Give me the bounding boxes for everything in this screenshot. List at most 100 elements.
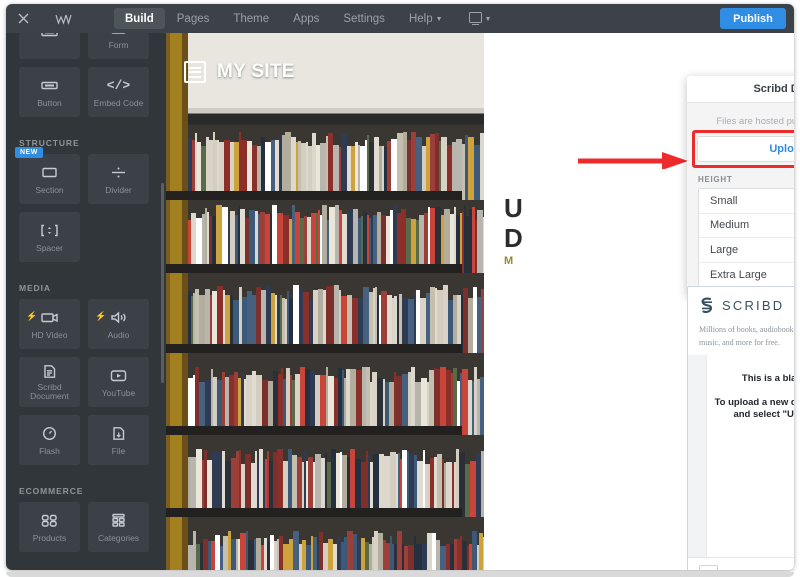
- products-icon: [40, 512, 59, 529]
- sidebar-tile-categories[interactable]: Categories: [88, 502, 149, 552]
- site-header: MY SITE: [184, 61, 295, 83]
- top-navigation-bar: Build Pages Theme Apps Settings Help ▼ ▼ …: [6, 4, 794, 33]
- sidebar-tile-label: Categories: [97, 532, 140, 543]
- height-option-extra-large[interactable]: Extra Large: [699, 263, 794, 288]
- audio-icon: [109, 309, 128, 326]
- divider-icon: [109, 164, 128, 181]
- hd-video-icon: [40, 309, 59, 326]
- sidebar-tile-label: Button: [37, 97, 62, 108]
- document-line-1: This is a blank document.: [741, 373, 794, 384]
- flash-icon: [40, 425, 59, 442]
- sidebar-group-label: MORE: [6, 560, 166, 570]
- document-icon: [40, 363, 59, 380]
- nav-item-theme[interactable]: Theme: [221, 4, 281, 33]
- chevron-down-icon: ▼: [435, 16, 443, 23]
- main-nav: Build Pages Theme Apps Settings Help ▼ ▼: [114, 4, 501, 33]
- height-option-large[interactable]: Large ✓: [699, 238, 794, 263]
- nav-item-apps[interactable]: Apps: [281, 4, 331, 33]
- height-option-list: Small Medium Large ✓ Extra Large: [698, 188, 794, 288]
- nav-label: Apps: [293, 12, 320, 25]
- sidebar-row: ⚡ HD Video ⚡ Audio: [6, 299, 166, 357]
- categories-icon: [109, 512, 128, 529]
- hamburger-menu-icon[interactable]: [184, 61, 206, 83]
- sidebar-tile-section[interactable]: NEW Section: [15, 147, 80, 204]
- height-option-small[interactable]: Small: [699, 189, 794, 214]
- sidebar-tile-label: Divider: [105, 184, 132, 195]
- nav-label: Settings: [343, 12, 385, 25]
- document-page: This is a blank document. To upload a ne…: [706, 355, 794, 557]
- sidebar-tile-file[interactable]: File: [88, 415, 149, 465]
- sidebar-tile-label: Products: [32, 532, 67, 543]
- nav-item-build[interactable]: Build: [114, 8, 165, 29]
- sidebar-tile-button[interactable]: Button: [19, 67, 80, 117]
- form-icon: [109, 33, 128, 36]
- sidebar-tile-label: Audio: [107, 329, 130, 340]
- weebly-logo-icon[interactable]: [40, 4, 88, 33]
- sidebar-row: NEW Section Divider: [6, 147, 166, 212]
- spacer-icon: [40, 222, 59, 239]
- close-icon[interactable]: [6, 4, 40, 33]
- scribd-settings-panel: Scribd Document Files are hosted publicl…: [687, 76, 794, 296]
- upload-file-button[interactable]: Upload File: [697, 136, 794, 162]
- sidebar-tile-scribd-document[interactable]: Scribd Document: [19, 357, 80, 407]
- publish-button[interactable]: Publish: [720, 8, 786, 29]
- panel-title: Scribd Document: [687, 76, 794, 103]
- nav-item-pages[interactable]: Pages: [165, 4, 222, 33]
- window-bottom-edge: [6, 572, 794, 577]
- site-canvas: MY SITE UD M Scribd Document Files are h…: [166, 33, 794, 570]
- sidebar-scrollbar[interactable]: [161, 183, 164, 383]
- chevron-down-icon: ▼: [484, 15, 492, 23]
- sidebar-row-cutoff: Form: [6, 33, 166, 67]
- youtube-icon: [109, 367, 128, 384]
- sidebar-tile-label: Embed Code: [93, 97, 144, 108]
- scribd-tagline: Millions of books, audiobooks, magazines…: [699, 325, 794, 347]
- document-viewport: This is a blank document. To upload a ne…: [688, 355, 794, 557]
- nav-label: Help: [408, 12, 433, 25]
- occluded-subtext: M: [504, 255, 514, 267]
- scribd-s-logo-icon: [701, 297, 713, 314]
- sidebar-row: Button </> Embed Code: [6, 67, 166, 125]
- scribd-header: SCRIBD Millions of books, audiobooks, ma…: [688, 287, 794, 360]
- sidebar-row: Flash File: [6, 415, 166, 473]
- nav-item-settings[interactable]: Settings: [331, 4, 397, 33]
- sidebar-tile-cutoff-0[interactable]: [19, 33, 80, 59]
- sidebar-tile-embed-code[interactable]: </> Embed Code: [88, 67, 149, 117]
- height-option-medium[interactable]: Medium: [699, 214, 794, 238]
- sidebar-tile-label: Section: [35, 184, 64, 195]
- sidebar-tile-divider[interactable]: Divider: [88, 154, 149, 204]
- nav-item-help[interactable]: Help ▼: [397, 4, 455, 33]
- button-icon: [40, 77, 59, 94]
- sidebar-row: Spacer: [6, 212, 166, 270]
- document-line-2: To upload a new document, click here and…: [714, 397, 794, 420]
- pro-bolt-icon: ⚡: [95, 311, 107, 321]
- new-badge: NEW: [15, 147, 43, 158]
- annotation-arrow: [578, 152, 688, 169]
- sidebar-group-label: MEDIA: [19, 283, 51, 293]
- option-label: Small: [710, 194, 738, 207]
- sidebar-group-label: ECOMMERCE: [19, 486, 84, 496]
- nav-label: Build: [125, 12, 154, 25]
- page-number-input[interactable]: 1: [699, 564, 718, 570]
- sidebar-tile-label: Spacer: [36, 242, 63, 253]
- hosted-note: Files are hosted publicly on Scribd.com: [716, 116, 794, 127]
- sidebar-tile-label: HD Video: [31, 329, 68, 340]
- sidebar-tile-hd-video[interactable]: ⚡ HD Video: [19, 299, 80, 349]
- sidebar-tile-label: Scribd Document: [30, 381, 69, 401]
- sidebar-tile-products[interactable]: Products: [19, 502, 80, 552]
- option-label: Extra Large: [710, 268, 767, 281]
- sidebar-tile-cutoff-1[interactable]: Form: [88, 33, 149, 59]
- option-label: Large: [710, 243, 739, 256]
- sidebar-tile-audio[interactable]: ⚡ Audio: [88, 299, 149, 349]
- element-sidebar: Form Button </> Embed Code STRUCTURE NEW Secti…: [6, 33, 166, 570]
- button-icon: [40, 33, 59, 41]
- option-label: Medium: [710, 219, 750, 232]
- pro-bolt-icon: ⚡: [26, 311, 38, 321]
- section-icon: [40, 164, 59, 181]
- monitor-icon[interactable]: ▼: [455, 11, 502, 26]
- sidebar-tile-flash[interactable]: Flash: [19, 415, 80, 465]
- sidebar-tile-spacer[interactable]: Spacer: [19, 212, 80, 262]
- nav-label: Theme: [233, 12, 270, 25]
- page-title: MY SITE: [217, 61, 295, 82]
- code-icon: </>: [106, 77, 131, 93]
- sidebar-tile-youtube[interactable]: YouTube: [88, 357, 149, 407]
